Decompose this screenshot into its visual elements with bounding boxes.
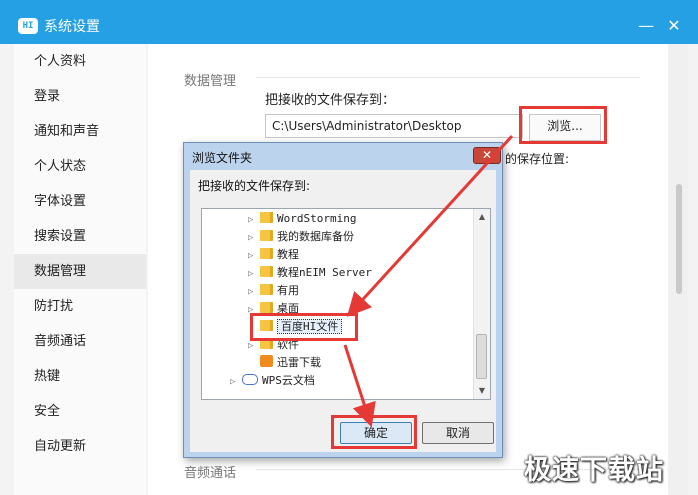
watermark: 极速下载站 bbox=[524, 455, 664, 486]
arrow-to-folder bbox=[346, 134, 514, 317]
annotation-arrows bbox=[343, 134, 514, 428]
arrow-to-ok-button bbox=[343, 344, 376, 428]
